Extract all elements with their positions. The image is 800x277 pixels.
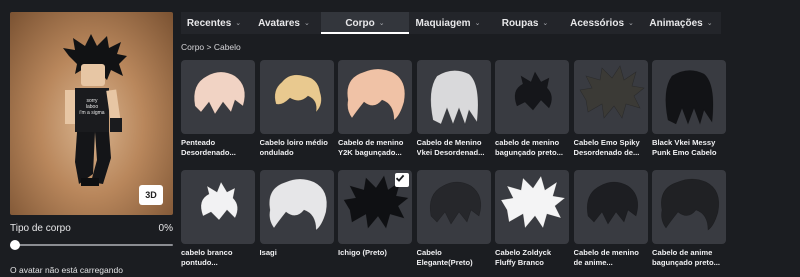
chevron-down-icon: ⌄ bbox=[628, 20, 634, 27]
hair-preview-image bbox=[500, 175, 566, 229]
item-name: Cabelo de menino de anime... bbox=[573, 248, 639, 267]
tab-label: Maquiagem bbox=[415, 17, 471, 29]
item-card[interactable]: cabelo branco pontudo... bbox=[181, 170, 255, 268]
slider-thumb[interactable] bbox=[10, 240, 20, 250]
item-thumbnail[interactable] bbox=[259, 170, 334, 244]
item-card[interactable]: Cabelo Zoldyck Fluffy Branco bbox=[495, 170, 569, 268]
tab-roupas[interactable]: Roupas ⌄ bbox=[487, 12, 563, 34]
hair-preview-image bbox=[274, 74, 322, 113]
item-thumbnail[interactable] bbox=[338, 60, 412, 134]
hair-preview-image bbox=[665, 70, 714, 125]
hair-preview-image bbox=[429, 181, 481, 225]
item-name: Cabelo Zoldyck Fluffy Branco bbox=[495, 248, 552, 267]
avatar-preview[interactable]: sorry laboo i'm a sigma 3D bbox=[10, 12, 173, 215]
avatar-status-text: O avatar não está carregando bbox=[10, 265, 123, 275]
item-card[interactable]: Cabelo de Menino Vkei Desordenad... bbox=[416, 60, 491, 158]
item-thumbnail[interactable] bbox=[652, 170, 726, 244]
item-name: Ichigo (Preto) bbox=[338, 248, 387, 257]
hair-preview-image bbox=[586, 181, 638, 225]
item-card[interactable]: Cabelo de menino Y2K bagunçado... bbox=[338, 60, 412, 158]
item-name: Cabelo de anime bagunçado preto... bbox=[652, 248, 720, 267]
tab-label: Acessórios bbox=[570, 17, 625, 29]
chevron-down-icon: ⌄ bbox=[706, 20, 713, 27]
item-thumbnail[interactable] bbox=[338, 170, 412, 244]
item-thumbnail[interactable] bbox=[573, 60, 648, 134]
item-card[interactable]: Black Vkei Messy Punk Emo Cabelo bbox=[652, 60, 726, 158]
hair-preview-image bbox=[661, 178, 720, 231]
item-name: Cabelo de menino Y2K bagunçado... bbox=[338, 138, 404, 157]
hair-preview-image bbox=[579, 65, 645, 119]
hair-preview-image bbox=[193, 71, 246, 115]
item-thumbnail[interactable] bbox=[181, 170, 255, 244]
item-name: Cabelo Emo Spiky Desordenado de... bbox=[573, 138, 640, 157]
tab-label: Recentes bbox=[186, 17, 232, 29]
hair-preview-image bbox=[347, 68, 406, 121]
checkmark-icon[interactable] bbox=[395, 173, 409, 187]
item-thumbnail[interactable] bbox=[416, 170, 491, 244]
item-thumbnail[interactable] bbox=[495, 170, 569, 244]
item-card[interactable]: Ichigo (Preto) bbox=[338, 170, 412, 268]
body-type-slider[interactable] bbox=[10, 240, 173, 250]
item-thumbnail[interactable] bbox=[573, 170, 648, 244]
item-name: Isagi bbox=[259, 248, 277, 257]
hair-preview-image bbox=[200, 181, 238, 221]
chevron-down-icon: ⌄ bbox=[378, 20, 385, 27]
tab-label: Corpo bbox=[345, 17, 375, 29]
item-thumbnail[interactable] bbox=[416, 60, 491, 134]
tab-recentes[interactable]: Recentes ⌄ bbox=[181, 12, 247, 34]
item-card[interactable]: Cabelo loiro médio ondulado bbox=[259, 60, 334, 158]
item-thumbnail[interactable] bbox=[181, 60, 255, 134]
item-card[interactable]: Cabelo de anime bagunçado preto... bbox=[652, 170, 726, 268]
tab-avatares[interactable]: Avatares ⌄ bbox=[247, 12, 321, 34]
tab-label: Animações bbox=[649, 17, 703, 29]
breadcrumb[interactable]: Corpo > Cabelo bbox=[181, 42, 241, 52]
slider-track[interactable] bbox=[10, 244, 173, 246]
item-card[interactable]: cabelo de menino bagunçado preto... bbox=[495, 60, 569, 158]
item-name: cabelo de menino bagunçado preto... bbox=[495, 138, 563, 157]
chevron-down-icon: ⌄ bbox=[235, 20, 242, 27]
avatar-figure: sorry laboo i'm a sigma bbox=[63, 34, 127, 186]
item-card[interactable]: Isagi bbox=[259, 170, 334, 268]
hair-preview-image bbox=[268, 178, 327, 231]
item-card[interactable]: Cabelo de menino de anime... bbox=[573, 170, 648, 268]
item-thumbnail[interactable] bbox=[495, 60, 569, 134]
view-3d-button[interactable]: 3D bbox=[139, 185, 163, 205]
body-type-label: Tipo de corpo bbox=[10, 223, 71, 234]
chevron-down-icon: ⌄ bbox=[542, 20, 549, 27]
item-name: Black Vkei Messy Punk Emo Cabelo bbox=[652, 138, 717, 157]
hair-preview-image bbox=[514, 71, 552, 111]
category-tabs: Recentes ⌄ Avatares ⌄ Corpo ⌄ Maquiagem ⌄ Ro… bbox=[181, 12, 721, 34]
item-name: Cabelo loiro médio ondulado bbox=[259, 138, 328, 157]
tab-corpo[interactable]: Corpo ⌄ bbox=[321, 12, 409, 34]
item-thumbnail[interactable] bbox=[259, 60, 334, 134]
hair-preview-image bbox=[429, 70, 478, 125]
tab-acessorios[interactable]: Acessórios ⌄ bbox=[563, 12, 641, 34]
tab-maquiagem[interactable]: Maquiagem ⌄ bbox=[409, 12, 487, 34]
tab-label: Roupas bbox=[501, 17, 539, 29]
item-name: Cabelo Elegante(Preto) bbox=[416, 248, 473, 267]
item-card[interactable]: Penteado Desordenado... bbox=[181, 60, 255, 158]
tab-animacoes[interactable]: Animações ⌄ bbox=[641, 12, 721, 34]
item-card[interactable]: Cabelo Elegante(Preto) bbox=[416, 170, 491, 268]
chevron-down-icon: ⌄ bbox=[474, 20, 481, 27]
tab-label: Avatares bbox=[258, 17, 300, 29]
item-thumbnail[interactable] bbox=[652, 60, 726, 134]
item-name: Cabelo de Menino Vkei Desordenad... bbox=[416, 138, 485, 157]
chevron-down-icon: ⌄ bbox=[304, 20, 310, 27]
item-name: Penteado Desordenado... bbox=[181, 138, 236, 157]
item-card[interactable]: Cabelo Emo Spiky Desordenado de... bbox=[573, 60, 648, 158]
body-type-value: 0% bbox=[158, 223, 173, 234]
item-name: cabelo branco pontudo... bbox=[181, 248, 233, 267]
